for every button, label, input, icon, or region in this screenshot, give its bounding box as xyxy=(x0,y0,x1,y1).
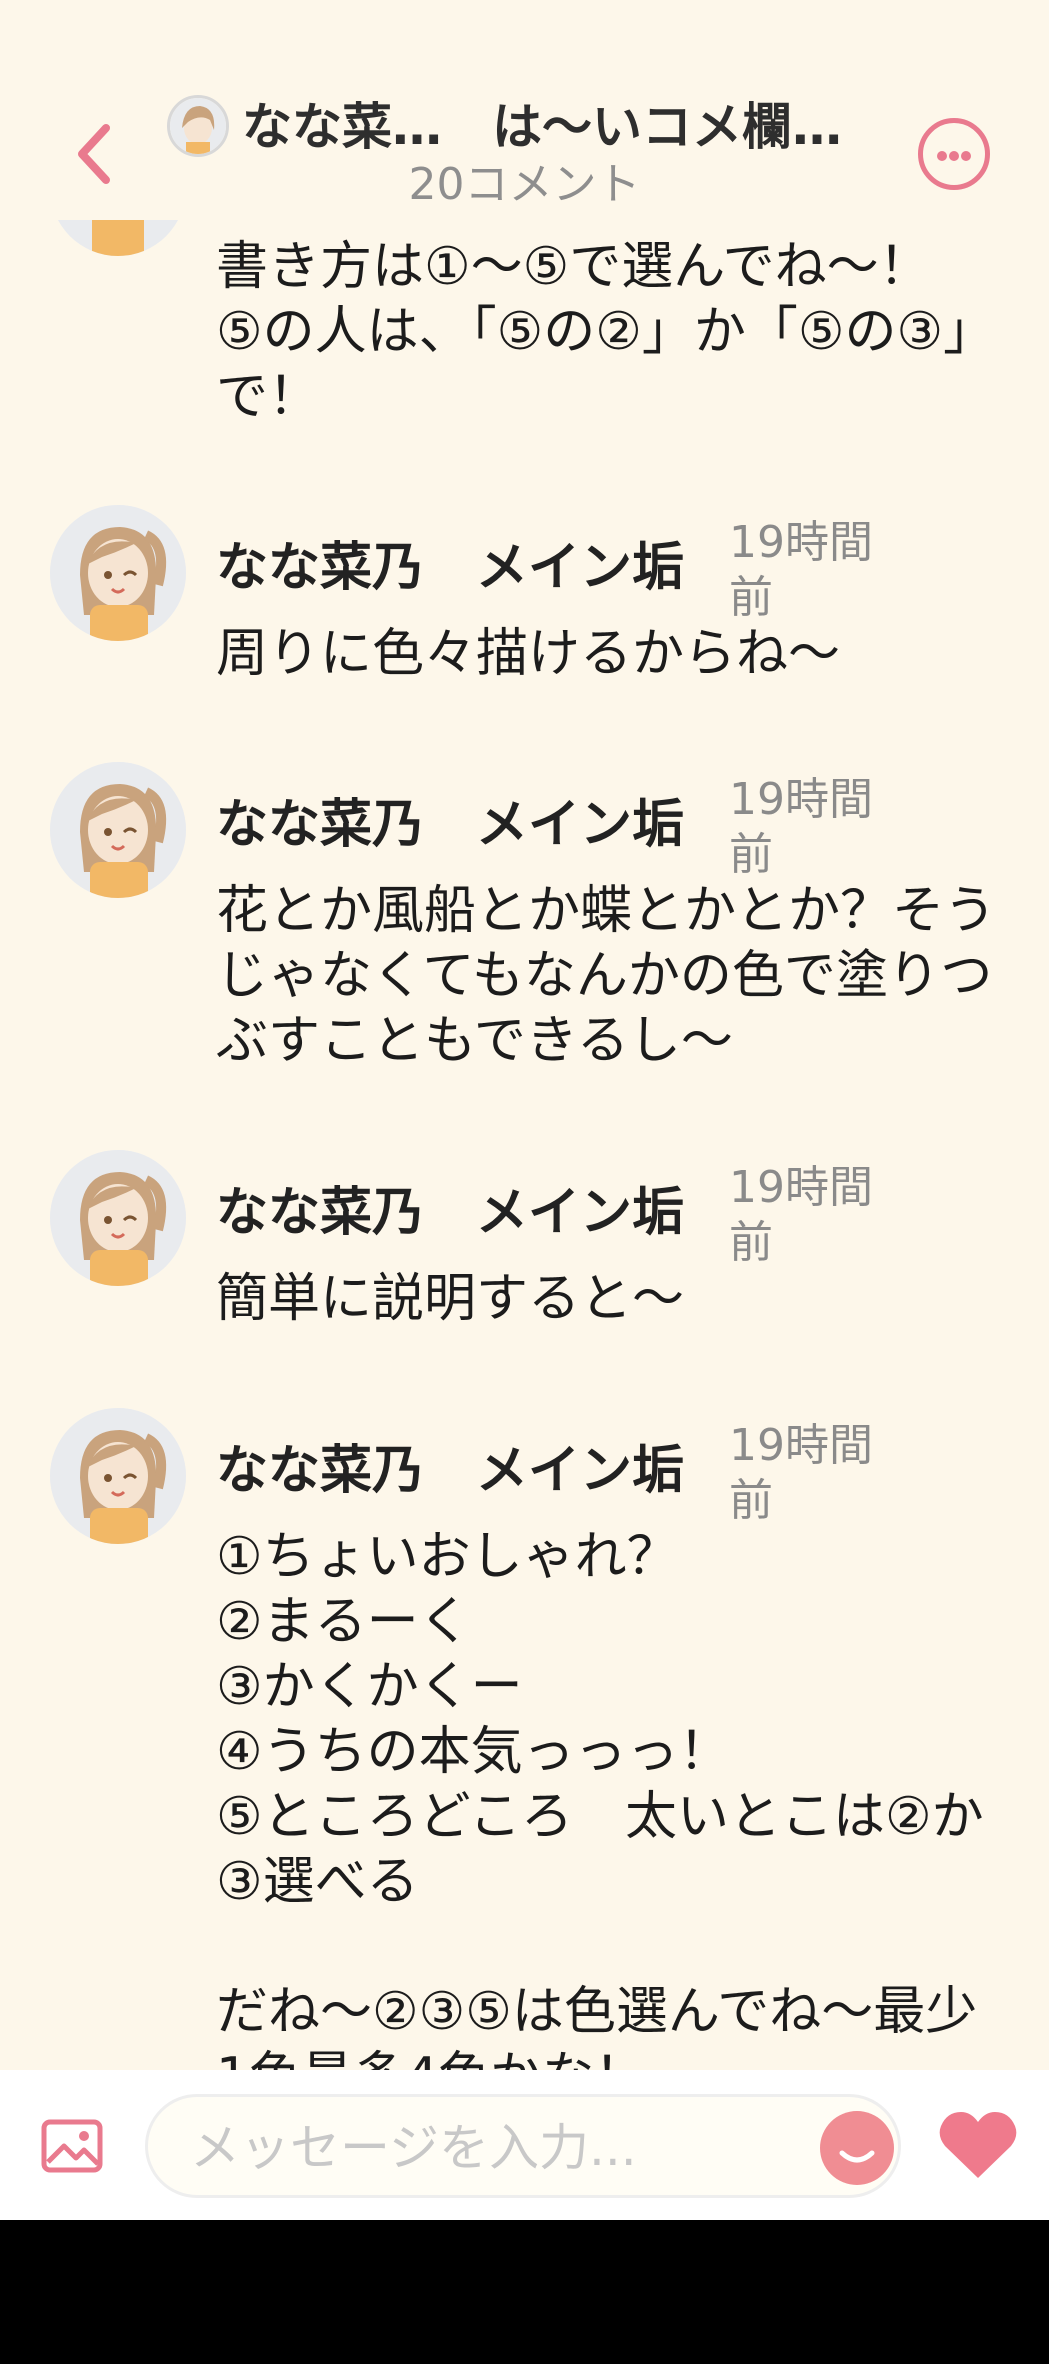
heart-icon xyxy=(939,2112,1017,2178)
comment-author[interactable]: なな菜乃 メイン垢 xyxy=(216,1183,684,1243)
comment-text: 簡単に説明すると〜 xyxy=(216,1269,685,1329)
more-button[interactable] xyxy=(918,118,990,190)
more-icon xyxy=(937,151,947,161)
message-input[interactable] xyxy=(188,2115,792,2181)
image-icon xyxy=(41,2119,103,2173)
comment-count: 20コメント xyxy=(408,159,641,210)
comment-avatar[interactable] xyxy=(50,762,186,898)
comment-time: 19時間前 xyxy=(729,1420,873,1526)
header-avatar[interactable] xyxy=(167,95,229,157)
top-header: なな菜… は〜いコメ欄… 20コメント xyxy=(0,0,1049,220)
comment-time: 19時間前 xyxy=(729,1162,873,1268)
comment-author[interactable]: なな菜乃 メイン垢 xyxy=(216,538,684,598)
emoji-button[interactable] xyxy=(820,2111,894,2185)
comment-avatar[interactable] xyxy=(50,1408,186,1544)
comment-avatar[interactable] xyxy=(50,1150,186,1286)
comment-time: 19時間前 xyxy=(729,774,873,880)
comment-author[interactable]: なな菜乃 メイン垢 xyxy=(216,795,684,855)
comment-time: 19時間前 xyxy=(729,517,873,623)
message-input-box[interactable] xyxy=(145,2094,901,2198)
comment-author[interactable]: なな菜乃 メイン垢 xyxy=(216,1441,684,1501)
smile-icon xyxy=(839,2150,875,2163)
comment-avatar[interactable] xyxy=(50,505,186,641)
comment-text: 周りに色々描けるからね〜 xyxy=(216,624,841,684)
comment-text: 花とか風船とか蝶とかとか？そうじゃなくてもなんかの色で塗りつぶすこともできるし〜 xyxy=(216,881,997,1071)
comment-text: ①ちょいおしゃれ？ ②まるーく ③かくかくー ④うちの本気っっっ！ ⑤ところどこ… xyxy=(216,1527,984,2107)
comment-screen: 書き方は①〜⑤で選んでね〜！ ⑤の人は、「⑤の②」か「⑤の③」で！ なな菜乃 メ… xyxy=(0,0,1049,2220)
like-button[interactable] xyxy=(937,2110,1019,2182)
image-button[interactable] xyxy=(40,2118,104,2174)
message-bar xyxy=(0,2070,1049,2220)
comment-text: 書き方は①〜⑤で選んでね〜！ ⑤の人は、「⑤の②」か「⑤の③」で！ xyxy=(216,237,996,427)
